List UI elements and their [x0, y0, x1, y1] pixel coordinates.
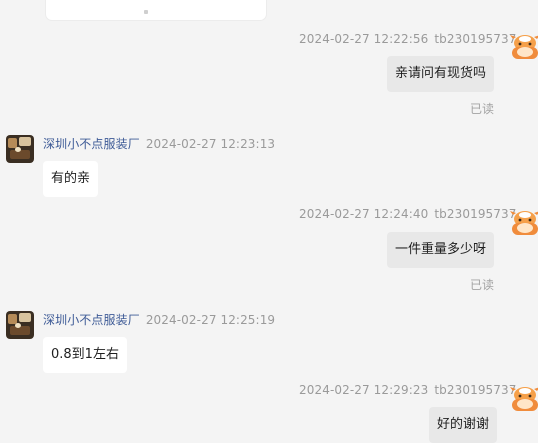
outgoing-message-bubble[interactable]: 好的谢谢: [429, 407, 498, 443]
cow-icon: [510, 387, 538, 411]
cow-icon: [510, 211, 538, 235]
orange-cow-avatar[interactable]: [510, 206, 538, 236]
message-sender: tb230195737: [434, 32, 517, 46]
message-meta: 2024-02-27 12:24:40 tb230195737: [299, 207, 517, 221]
chat-message-list[interactable]: 2024-02-27 12:22:56 tb230195737 亲请问有现货吗 已…: [0, 0, 538, 443]
read-status: 已读: [470, 102, 495, 116]
message-timestamp: 2024-02-27 12:22:56: [299, 32, 429, 46]
message-timestamp: 2024-02-27 12:23:13: [145, 137, 276, 151]
outgoing-message-bubble[interactable]: 一件重量多少呀: [387, 232, 495, 268]
previous-message-bubble: [46, 0, 266, 20]
message-meta: 2024-02-27 12:29:23 tb230195737: [299, 383, 517, 397]
message-sender[interactable]: 深圳小不点服装厂: [43, 313, 140, 327]
read-status: 已读: [470, 278, 495, 292]
shop-avatar[interactable]: [6, 135, 34, 163]
message-meta: 2024-02-27 12:22:56 tb230195737: [299, 32, 517, 46]
message-timestamp: 2024-02-27 12:25:19: [145, 313, 276, 327]
incoming-message-bubble[interactable]: 0.8到1左右: [43, 337, 127, 373]
orange-cow-avatar[interactable]: [510, 382, 538, 412]
outgoing-message-bubble[interactable]: 亲请问有现货吗: [387, 56, 495, 92]
message-timestamp: 2024-02-27 12:29:23: [299, 383, 429, 397]
message-sender: tb230195737: [434, 207, 517, 221]
previous-message-fragment: [144, 10, 148, 14]
message-meta: 深圳小不点服装厂 2024-02-27 12:23:13: [43, 135, 281, 152]
shop-avatar[interactable]: [6, 311, 34, 339]
message-sender: tb230195737: [434, 383, 517, 397]
cow-icon: [510, 35, 538, 59]
message-timestamp: 2024-02-27 12:24:40: [299, 207, 429, 221]
incoming-message-bubble[interactable]: 有的亲: [43, 161, 99, 197]
orange-cow-avatar[interactable]: [510, 30, 538, 60]
message-sender[interactable]: 深圳小不点服装厂: [43, 137, 140, 151]
message-meta: 深圳小不点服装厂 2024-02-27 12:25:19: [43, 311, 281, 328]
